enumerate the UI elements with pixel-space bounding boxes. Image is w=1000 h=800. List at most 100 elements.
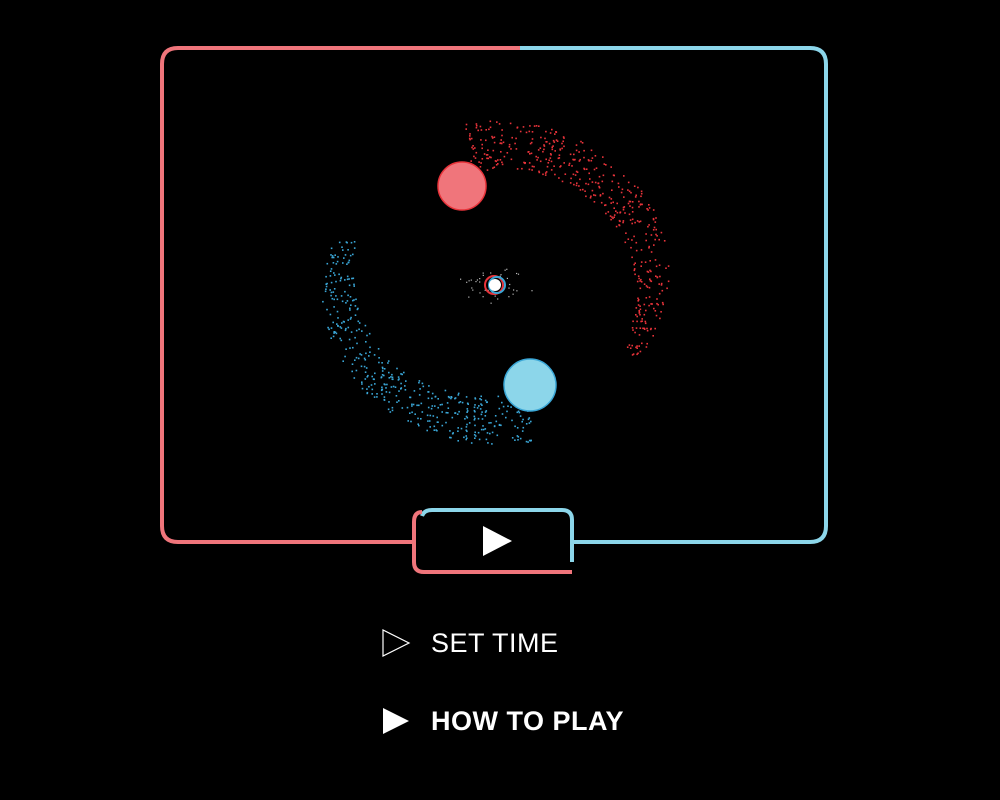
- particle: [418, 394, 421, 396]
- particle: [630, 191, 632, 194]
- particle: [501, 129, 503, 131]
- particle: [489, 126, 492, 129]
- particle: [516, 411, 519, 414]
- particle: [627, 238, 630, 240]
- particle: [475, 123, 478, 125]
- particle: [339, 326, 342, 328]
- particle: [505, 416, 507, 419]
- particle: [633, 268, 636, 270]
- particle: [475, 281, 477, 283]
- particle: [465, 128, 467, 130]
- particle: [533, 125, 536, 127]
- particle: [603, 163, 606, 165]
- particle: [410, 420, 412, 423]
- particle: [325, 275, 327, 278]
- particle: [355, 298, 357, 301]
- particle: [500, 424, 502, 427]
- particle: [575, 149, 578, 152]
- particle: [502, 141, 505, 144]
- particle: [504, 269, 506, 271]
- particle: [610, 198, 613, 200]
- particle: [431, 397, 433, 400]
- particle: [514, 142, 516, 145]
- particle: [492, 167, 494, 169]
- particle: [638, 206, 640, 208]
- particle: [589, 178, 591, 180]
- particle: [530, 141, 533, 144]
- particle: [528, 162, 531, 164]
- particle: [637, 304, 640, 306]
- particle: [337, 324, 339, 327]
- particle: [658, 238, 660, 241]
- particle: [591, 157, 594, 159]
- particle: [531, 169, 533, 171]
- menu-item-set-time[interactable]: SET TIME: [381, 628, 559, 658]
- particle: [640, 192, 643, 195]
- particle: [386, 383, 388, 386]
- particle: [634, 262, 636, 264]
- particle: [581, 142, 584, 144]
- particle: [384, 383, 386, 386]
- particle: [480, 413, 483, 416]
- particle: [652, 217, 655, 220]
- particle: [561, 147, 563, 150]
- particle: [486, 169, 489, 171]
- particle: [398, 390, 400, 392]
- particle: [653, 307, 655, 310]
- particle: [599, 194, 602, 196]
- particle: [626, 346, 629, 348]
- particle: [421, 382, 424, 385]
- particle: [511, 437, 514, 439]
- particle: [601, 180, 604, 183]
- particle: [336, 260, 339, 263]
- particle: [593, 168, 596, 171]
- particle: [418, 380, 421, 382]
- particle: [329, 275, 332, 277]
- particle: [479, 408, 482, 410]
- particle: [545, 171, 548, 173]
- particle: [349, 254, 352, 257]
- particle: [454, 397, 456, 400]
- particle: [622, 220, 625, 222]
- particle: [501, 413, 504, 415]
- particle: [472, 148, 475, 150]
- play-button-hitarea[interactable]: [414, 510, 572, 572]
- particle: [627, 189, 629, 191]
- particle: [322, 300, 324, 303]
- particle: [341, 300, 344, 303]
- particle: [330, 268, 333, 270]
- particle: [457, 430, 459, 432]
- particle: [597, 182, 600, 184]
- particle: [643, 303, 646, 306]
- particle: [644, 261, 647, 263]
- particle: [475, 151, 478, 154]
- menu-item-how-to-play[interactable]: HOW TO PLAY: [381, 706, 624, 736]
- particle: [506, 410, 508, 413]
- particle: [349, 318, 352, 320]
- particle: [544, 174, 547, 176]
- particle: [529, 125, 531, 127]
- particle: [579, 189, 582, 191]
- particle: [628, 200, 631, 203]
- particle: [481, 418, 484, 420]
- particle: [615, 210, 617, 212]
- particle: [326, 308, 328, 311]
- particle: [610, 166, 612, 168]
- particle: [634, 331, 636, 334]
- particle: [654, 259, 657, 261]
- particle: [635, 241, 638, 244]
- particle: [346, 275, 349, 278]
- particle: [355, 329, 358, 332]
- particle: [636, 315, 638, 318]
- particle: [519, 130, 522, 133]
- particle: [447, 412, 449, 414]
- particle: [354, 305, 357, 307]
- particle: [465, 426, 468, 428]
- particle: [376, 393, 378, 395]
- particle: [463, 436, 465, 439]
- particle: [411, 411, 413, 414]
- particle: [602, 156, 604, 158]
- particle: [372, 378, 375, 380]
- particle: [466, 408, 469, 410]
- particle: [600, 201, 603, 204]
